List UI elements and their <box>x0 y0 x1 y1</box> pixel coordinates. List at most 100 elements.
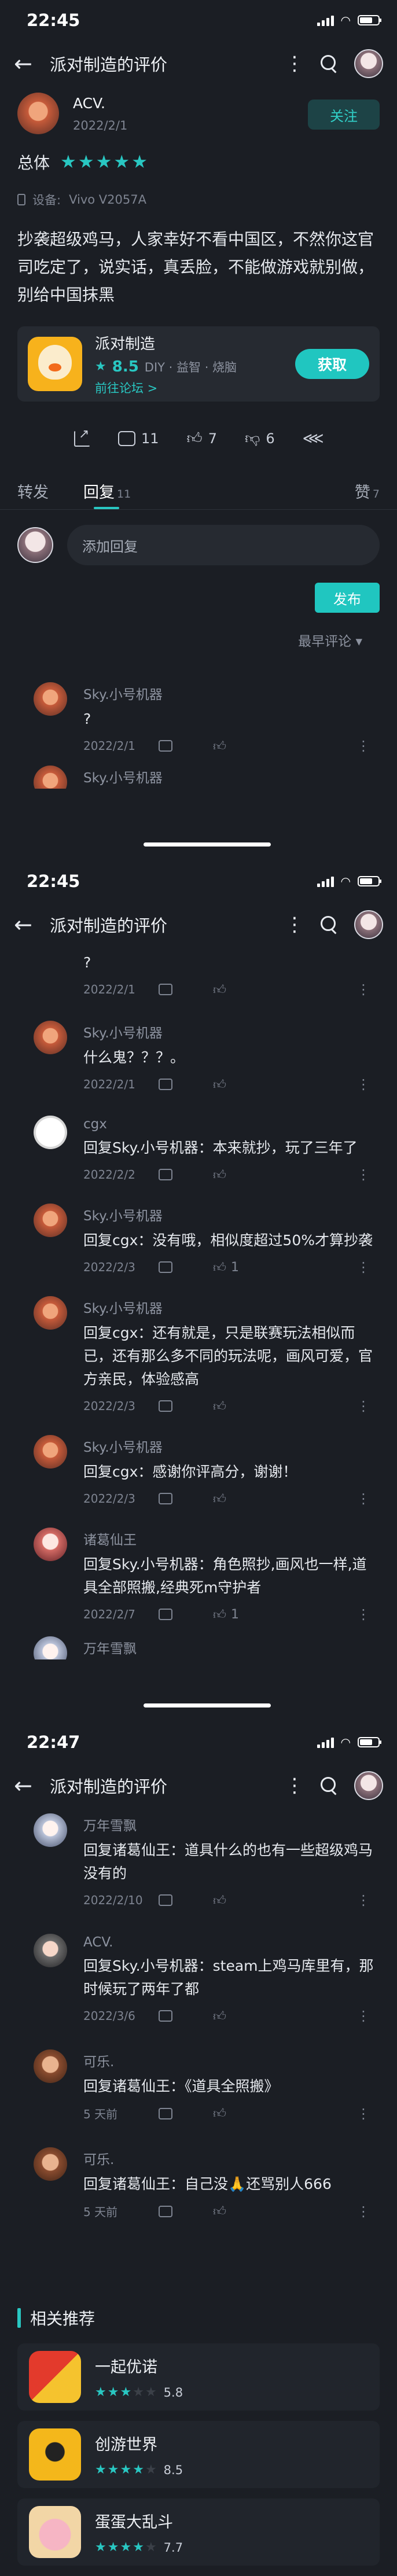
commenter-name[interactable]: 万年雪飘 <box>83 1815 380 1834</box>
more-icon[interactable]: ⋮ <box>356 1398 370 1414</box>
tab-reply-label: 回复 <box>83 484 115 502</box>
reply-icon[interactable] <box>159 1169 172 1180</box>
reply-icon[interactable] <box>159 1493 172 1504</box>
star-icon: ★ <box>145 2385 157 2400</box>
commenter-name[interactable]: Sky.小号机器 <box>83 1022 380 1042</box>
more-vertical-icon[interactable]: ⋮ <box>285 1776 304 1795</box>
forum-link[interactable]: 前往论坛 > <box>95 379 295 396</box>
commenter-avatar[interactable] <box>34 1435 67 1469</box>
thumb-up-icon[interactable]: 👍︎ <box>213 2106 231 2121</box>
more-vertical-icon[interactable]: ⋮ <box>285 915 304 934</box>
commenter-name[interactable]: 诸葛仙王 <box>83 1529 380 1548</box>
thumb-up-icon[interactable]: 👍︎ <box>213 738 231 754</box>
share-action[interactable] <box>74 427 90 447</box>
reply-input[interactable]: 添加回复 <box>67 525 380 565</box>
more-icon[interactable]: ⋮ <box>356 2106 370 2122</box>
reply-icon[interactable] <box>159 1261 172 1273</box>
comment-action[interactable]: 11 <box>118 430 159 447</box>
more-icon[interactable]: ⋮ <box>356 1076 370 1092</box>
back-arrow-icon[interactable]: ← <box>14 1773 37 1798</box>
commenter-avatar[interactable] <box>34 766 67 789</box>
commenter-avatar[interactable] <box>34 1813 67 1847</box>
commenter-name[interactable]: Sky.小号机器 <box>83 683 380 703</box>
commenter-name[interactable]: 可乐. <box>83 2148 380 2168</box>
follow-button[interactable]: 关注 <box>308 100 380 130</box>
more-icon[interactable]: ⋮ <box>356 981 370 998</box>
thumb-up-icon[interactable]: 👍︎ <box>213 2203 231 2219</box>
user-avatar[interactable] <box>354 1771 383 1800</box>
reply-icon[interactable] <box>159 1079 172 1090</box>
more-icon[interactable]: ⋮ <box>356 738 370 754</box>
more-icon[interactable]: ⋮ <box>356 2203 370 2220</box>
user-avatar[interactable] <box>354 49 383 78</box>
recommend-item[interactable]: 蛋蛋大乱斗 ★ ★ ★ ★ ★ 7.7 <box>17 2498 380 2566</box>
more-icon[interactable]: ⋮ <box>356 1892 370 1908</box>
more-icon[interactable]: ⋮ <box>356 1166 370 1183</box>
commenter-avatar[interactable] <box>34 1116 67 1149</box>
commenter-name[interactable]: ACV. <box>83 1935 380 1950</box>
more-icon[interactable]: ⋮ <box>356 2008 370 2024</box>
game-icon <box>29 2428 81 2481</box>
recommend-item[interactable]: 一起优诺 ★ ★ ★ ★ ★ 5.8 <box>17 2343 380 2411</box>
tab-reply[interactable]: 回复 11 <box>83 480 131 509</box>
commenter-avatar[interactable] <box>34 1934 67 1967</box>
search-icon[interactable] <box>319 915 339 934</box>
commenter-avatar[interactable] <box>34 1296 67 1330</box>
sort-dropdown[interactable]: 最早评论 ▾ <box>298 630 362 650</box>
thumb-up-icon[interactable]: 👍︎ <box>213 1491 231 1507</box>
commenter-name[interactable]: Sky.小号机器 <box>83 1205 380 1224</box>
tab-like[interactable]: 赞7 <box>355 480 380 509</box>
reply-icon[interactable] <box>159 2010 172 2022</box>
thumb-up-icon[interactable]: 👍︎ <box>213 1077 231 1092</box>
back-arrow-icon[interactable]: ← <box>14 51 37 76</box>
reply-icon[interactable] <box>159 1609 172 1620</box>
publish-button[interactable]: 发布 <box>315 583 380 613</box>
user-avatar[interactable] <box>354 910 383 939</box>
commenter-name[interactable]: 可乐. <box>83 2051 380 2070</box>
tab-repost[interactable]: 转发 <box>17 480 49 509</box>
more-vertical-icon[interactable]: ⋮ <box>285 54 304 73</box>
network-action[interactable]: ⋘ <box>303 430 324 447</box>
back-arrow-icon[interactable]: ← <box>14 912 37 937</box>
commenter-avatar[interactable] <box>34 2049 67 2083</box>
commenter-avatar[interactable] <box>34 1636 67 1659</box>
author-avatar[interactable] <box>17 93 59 134</box>
commenter-avatar[interactable] <box>34 682 67 716</box>
thumb-up-icon[interactable]: 👍︎ <box>213 1399 231 1414</box>
search-icon[interactable] <box>319 54 339 73</box>
reply-icon[interactable] <box>159 2107 172 2119</box>
commenter-name[interactable]: cgx <box>83 1117 380 1132</box>
commenter-avatar[interactable] <box>34 1204 67 1237</box>
thumb-up-icon[interactable]: 👍︎ 1 <box>213 1607 239 1622</box>
game-card[interactable]: 派对制造 ★ 8.5 DIY · 益智 · 烧脑 前往论坛 > 获取 <box>17 326 380 402</box>
more-icon[interactable]: ⋮ <box>356 1491 370 1507</box>
commenter-name[interactable]: 万年雪飘 <box>83 1637 380 1657</box>
reply-icon[interactable] <box>159 740 172 752</box>
thumb-up-icon[interactable]: 👍︎ <box>213 2008 231 2024</box>
commenter-avatar[interactable] <box>34 1528 67 1561</box>
thumb-up-icon[interactable]: 👍︎ 1 <box>213 1260 239 1275</box>
commenter-avatar[interactable] <box>34 2147 67 2181</box>
commenter-name[interactable]: Sky.小号机器 <box>83 1297 380 1317</box>
commenter-avatar[interactable] <box>34 1021 67 1054</box>
recommend-item[interactable]: 创游世界 ★ ★ ★ ★ ★ 8.5 <box>17 2421 380 2488</box>
thumb-up-icon[interactable]: 👍︎ <box>213 1167 231 1183</box>
star-icon: ★ <box>95 2540 106 2555</box>
reply-icon[interactable] <box>159 1894 172 1906</box>
reply-icon[interactable] <box>159 1400 172 1412</box>
more-icon[interactable]: ⋮ <box>356 1259 370 1275</box>
reply-icon[interactable] <box>159 2205 172 2217</box>
reply-icon[interactable] <box>159 984 172 995</box>
comment-item: 可乐. 回复诸葛仙王：《道具全照搬》 5 天前 👍︎ ⋮ <box>0 2049 397 2122</box>
thumb-up-icon[interactable]: 👍︎ <box>213 982 231 998</box>
search-icon[interactable] <box>319 1776 339 1795</box>
author-name[interactable]: ACV. <box>73 95 308 112</box>
thumb-up-icon[interactable]: 👍︎ <box>213 1893 231 1908</box>
get-button[interactable]: 获取 <box>295 349 369 379</box>
commenter-name[interactable]: Sky.小号机器 <box>83 1436 380 1456</box>
tab-bar: 转发 回复 11 赞7 <box>0 475 397 510</box>
like-action[interactable]: 👍︎ 7 <box>187 429 217 447</box>
more-icon[interactable]: ⋮ <box>356 1606 370 1622</box>
commenter-name[interactable]: Sky.小号机器 <box>83 767 380 786</box>
dislike-action[interactable]: 👎︎ 6 <box>245 429 275 447</box>
